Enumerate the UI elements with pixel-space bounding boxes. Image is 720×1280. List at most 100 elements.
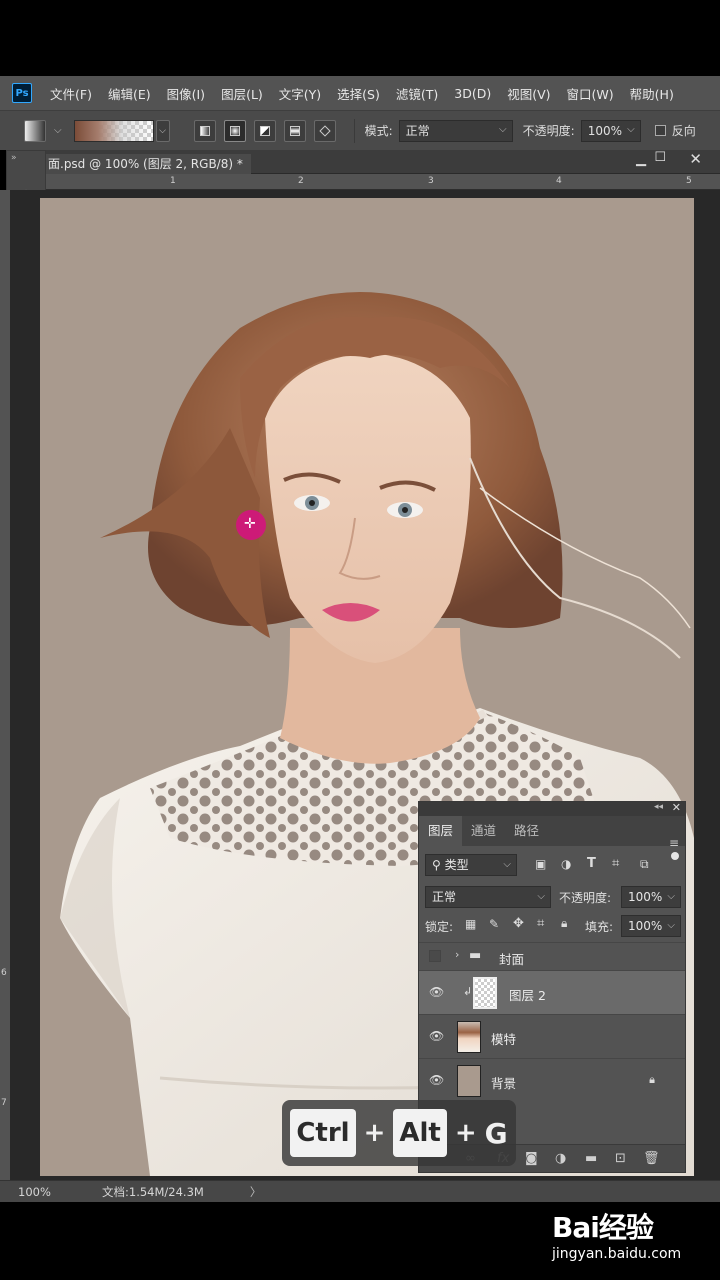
document-tab[interactable]: 面.psd @ 100% (图层 2, RGB/8) * (46, 154, 251, 174)
eye-icon[interactable]: 👁︎ (429, 1073, 444, 1087)
chevron-down-icon: ⌵ (667, 891, 675, 902)
tab-channels[interactable]: 通道 (462, 816, 505, 846)
lock-all-icon[interactable]: 🔒︎ (561, 916, 567, 931)
fill-value: 100% (628, 919, 663, 933)
trash-icon[interactable]: 🗑︎ (643, 1151, 660, 1166)
fill-label: 填充: (585, 920, 614, 934)
options-separator (353, 118, 355, 143)
fill-input[interactable]: 100% ⌵ (621, 915, 681, 937)
chevron-down-icon: ⌵ (499, 123, 507, 135)
status-arrow-icon[interactable]: 〉 (250, 1184, 262, 1200)
document-tab-bar: 面.psd @ 100% (图层 2, RGB/8) * ▁ ☐ ✕ (46, 150, 720, 174)
layer-name: 背景 (491, 1076, 517, 1091)
smart-object-filter-icon[interactable]: ⧉ (640, 857, 649, 872)
chevron-down-icon[interactable]: ⌵ (54, 125, 62, 136)
ruler-left: 6 7 (0, 190, 10, 1180)
opacity-label: 不透明度: (522, 124, 575, 138)
shortcut-overlay: Ctrl + Alt + G (282, 1100, 516, 1166)
gradient-tool-preset-icon[interactable] (24, 119, 46, 142)
type-filter-icon[interactable]: T (587, 856, 596, 871)
gradient-preview[interactable] (73, 119, 154, 142)
reverse-checkbox[interactable] (654, 125, 666, 136)
layer-row-group[interactable]: › ▬ 封面 (419, 942, 685, 970)
maximize-icon[interactable]: ☐ (654, 150, 666, 165)
menu-select[interactable]: 选择(S) (337, 84, 380, 103)
chevron-right-icon[interactable]: › (455, 948, 459, 961)
menu-filter[interactable]: 滤镜(T) (396, 84, 438, 103)
shape-filter-icon[interactable]: ⌗ (612, 856, 619, 871)
lock-artboard-icon[interactable]: ⌗ (537, 916, 544, 931)
filter-kind-select[interactable]: ⚲ 类型 ⌵ (425, 854, 517, 876)
close-icon[interactable]: ✕ (689, 150, 702, 168)
zoom-level[interactable]: 100% (18, 1185, 60, 1199)
watermark-url: jingyan.baidu.com (552, 1246, 682, 1262)
tab-paths[interactable]: 路径 (505, 816, 548, 846)
baidu-watermark: Bai经验 jingyan.baidu.com (552, 1206, 712, 1270)
layer-row[interactable]: 👁︎ 背景 🔒︎ (419, 1058, 685, 1102)
menu-image[interactable]: 图像(I) (167, 84, 205, 103)
status-bar: 100% 文档:1.54M/24.3M 〉 (0, 1180, 720, 1202)
adjustment-icon[interactable]: ◑ (555, 1151, 566, 1166)
opacity-input[interactable]: 100% ⌵ (580, 119, 641, 142)
mode-select[interactable]: 正常 ⌵ (398, 119, 513, 142)
linear-gradient-icon[interactable] (193, 119, 216, 142)
collapse-icon[interactable]: » (11, 153, 17, 163)
menu-window[interactable]: 窗口(W) (567, 84, 614, 103)
gradient-dropdown-icon[interactable]: ⌵ (155, 119, 170, 142)
chevron-down-icon: ⌵ (667, 920, 675, 931)
adjustment-filter-icon[interactable]: ◑ (561, 857, 571, 871)
g-key: G (484, 1116, 508, 1150)
mode-label: 模式: (364, 124, 393, 138)
clip-arrow-icon: ↲ (463, 985, 473, 998)
layer-name: 封面 (499, 952, 525, 967)
collapse-icon[interactable]: ◂◂ (654, 802, 663, 812)
blend-mode-value: 正常 (432, 890, 457, 904)
layer-opacity-input[interactable]: 100% ⌵ (621, 886, 681, 908)
menu-file[interactable]: 文件(F) (50, 84, 92, 103)
close-icon[interactable]: ✕ (672, 801, 681, 814)
layer-name: 图层 2 (509, 988, 546, 1003)
layer-row-selected[interactable]: 👁︎ ↲ 图层 2 (419, 970, 685, 1014)
lock-transparent-icon[interactable]: ▦ (465, 917, 476, 931)
options-bar: ⌵ ⌵ 模式: 正常 ⌵ 不透明度: 100% ⌵ 反向 (0, 110, 720, 150)
menu-type[interactable]: 文字(Y) (279, 84, 321, 103)
panel-header: ◂◂ ✕ (419, 801, 685, 816)
menu-edit[interactable]: 编辑(E) (108, 84, 151, 103)
ctrl-key: Ctrl (290, 1109, 356, 1157)
mask-icon[interactable]: ◙ (525, 1151, 538, 1166)
layer-row[interactable]: 👁︎ 模特 (419, 1014, 685, 1058)
move-cursor-icon: ✛ (244, 516, 256, 532)
opacity-label: 不透明度: (559, 891, 612, 905)
mode-value: 正常 (405, 124, 430, 138)
panel-tabs: 图层 通道 路径 ≡ (419, 816, 685, 850)
diamond-gradient-icon[interactable] (313, 119, 336, 142)
menu-help[interactable]: 帮助(H) (630, 84, 674, 103)
new-layer-icon[interactable]: ⊡ (615, 1151, 626, 1166)
plus-sign: + (363, 1118, 386, 1148)
ruler-mark: 4 (556, 176, 562, 186)
minimize-icon[interactable]: ▁ (636, 152, 646, 167)
visibility-toggle-empty[interactable] (429, 950, 441, 962)
menu-bar: Ps 文件(F) 编辑(E) 图像(I) 图层(L) 文字(Y) 选择(S) 滤… (0, 76, 720, 110)
menu-view[interactable]: 视图(V) (507, 84, 550, 103)
eye-icon[interactable]: 👁︎ (429, 1029, 444, 1043)
search-icon: ⚲ (432, 858, 445, 872)
layer-thumbnail (457, 1021, 481, 1053)
reflected-gradient-icon[interactable] (283, 119, 306, 142)
lock-position-icon[interactable]: ✥ (513, 916, 524, 931)
radial-gradient-icon[interactable] (223, 119, 246, 142)
pixel-filter-icon[interactable]: ▣ (535, 857, 546, 871)
ruler-mark: 2 (298, 176, 304, 186)
folder-icon[interactable]: ▬ (585, 1151, 597, 1166)
blend-mode-select[interactable]: 正常 ⌵ (425, 886, 551, 908)
filter-toggle-icon[interactable] (671, 852, 679, 860)
angle-gradient-icon[interactable] (253, 119, 276, 142)
panel-menu-icon[interactable]: ≡ (669, 836, 679, 850)
alt-key: Alt (393, 1109, 447, 1157)
eye-icon[interactable]: 👁︎ (429, 985, 444, 999)
lock-paint-icon[interactable]: ✎ (489, 917, 499, 931)
menu-3d[interactable]: 3D(D) (454, 86, 491, 101)
menu-layer[interactable]: 图层(L) (221, 84, 263, 103)
tab-layers[interactable]: 图层 (419, 816, 463, 846)
ruler-mark: 7 (1, 1098, 7, 1108)
